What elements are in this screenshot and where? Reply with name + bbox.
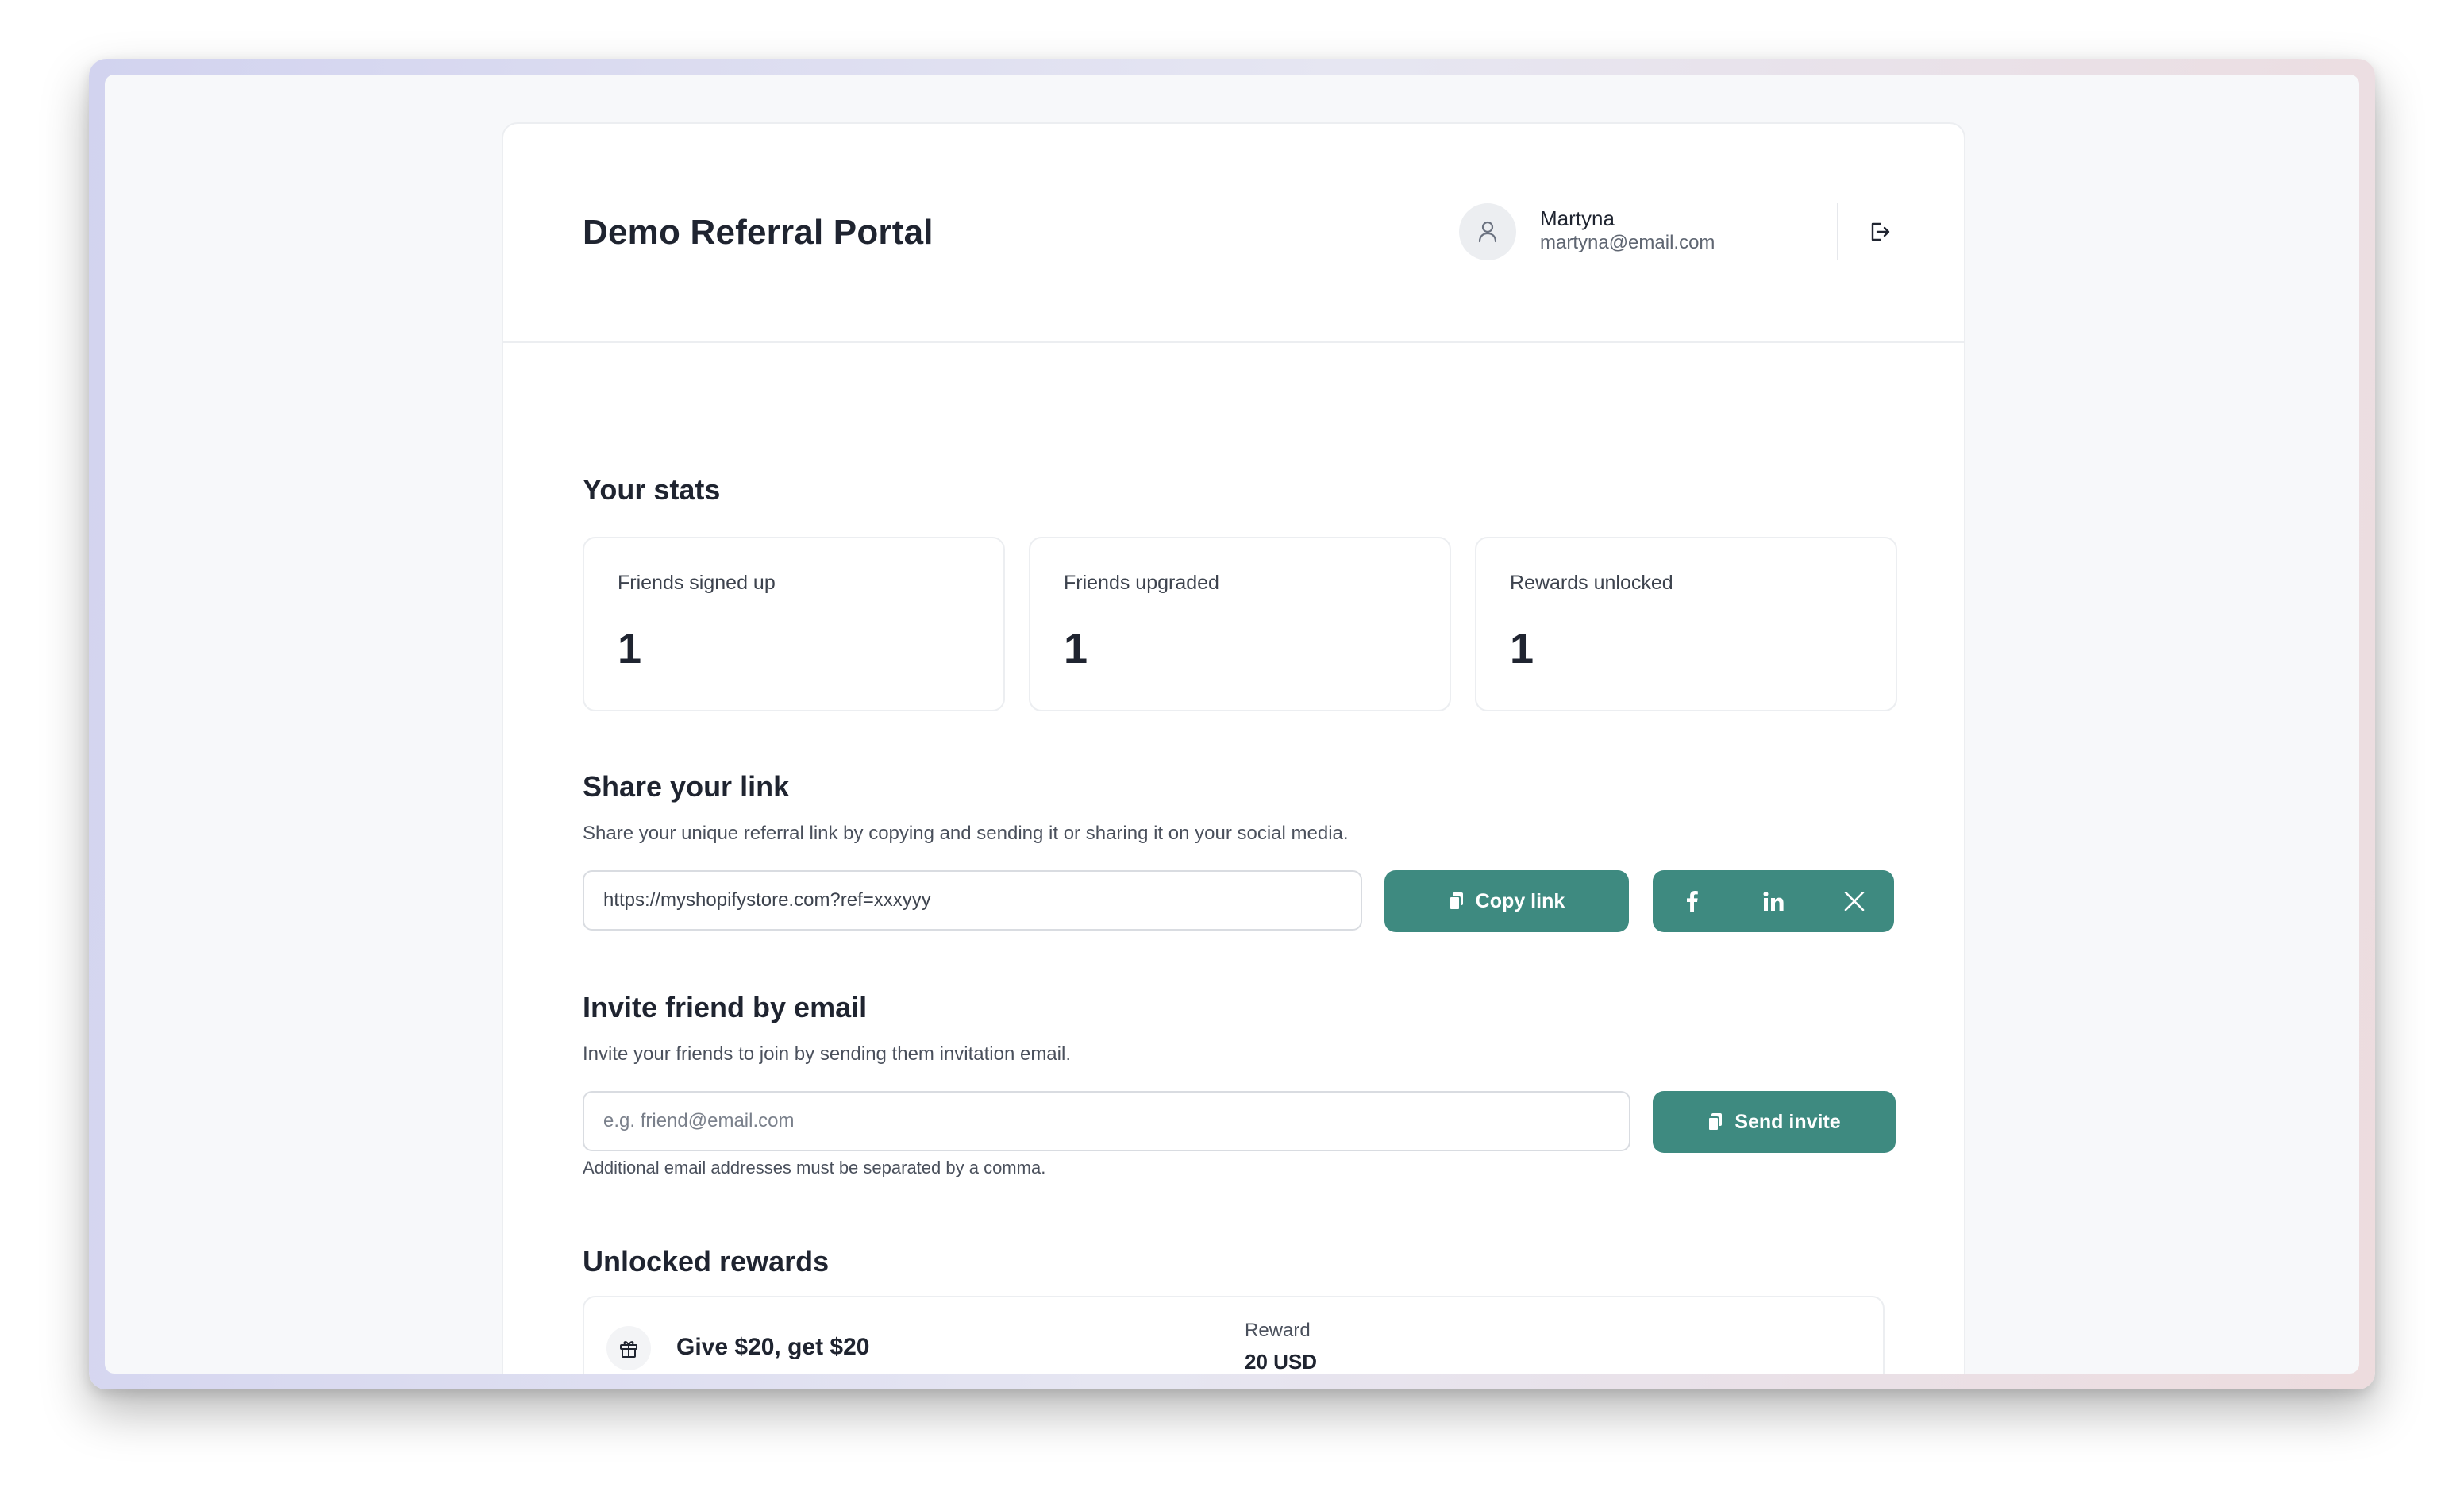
- avatar[interactable]: [1459, 203, 1516, 260]
- app-screen: Demo Referral Portal Martyna martyna@ema…: [105, 75, 2359, 1374]
- social-share-group: [1653, 870, 1894, 932]
- stat-label: Rewards unlocked: [1510, 572, 1673, 594]
- stat-value: 1: [1510, 625, 1534, 673]
- reward-row: Give $20, get $20 Reward 20 USD: [583, 1296, 1885, 1374]
- facebook-icon: [1687, 891, 1698, 912]
- copy-icon: [1707, 1113, 1723, 1131]
- share-title: Share your link: [583, 770, 790, 803]
- user-email: martyna@email.com: [1540, 232, 1715, 253]
- x-icon: [1844, 892, 1865, 911]
- copy-link-label: Copy link: [1475, 889, 1565, 912]
- send-invite-button[interactable]: Send invite: [1653, 1091, 1896, 1153]
- stat-value: 1: [618, 625, 642, 673]
- gift-badge: [606, 1326, 651, 1370]
- stat-value: 1: [1064, 625, 1088, 673]
- share-linkedin-button[interactable]: [1734, 870, 1813, 932]
- user-icon: [1478, 221, 1497, 243]
- referral-link-field[interactable]: [583, 870, 1362, 931]
- header-divider: [1837, 203, 1838, 260]
- stat-card-signed-up: Friends signed up 1: [583, 537, 1005, 711]
- stat-label: Friends signed up: [618, 572, 776, 594]
- invite-hint: Additional email addresses must be separ…: [583, 1158, 1046, 1177]
- portal-card: Demo Referral Portal Martyna martyna@ema…: [502, 122, 1965, 1374]
- copy-icon: [1448, 892, 1463, 911]
- portal-header: Demo Referral Portal Martyna martyna@ema…: [503, 124, 1964, 343]
- rewards-title: Unlocked rewards: [583, 1245, 830, 1278]
- gift-icon: [620, 1341, 637, 1358]
- page-title: Demo Referral Portal: [583, 213, 934, 252]
- stat-card-upgraded: Friends upgraded 1: [1029, 537, 1451, 711]
- invite-description: Invite your friends to join by sending t…: [583, 1043, 1071, 1065]
- user-name: Martyna: [1540, 206, 1615, 230]
- reward-value: 20 USD: [1245, 1350, 1318, 1374]
- invite-email-field[interactable]: [583, 1091, 1630, 1151]
- stat-card-rewards: Rewards unlocked 1: [1475, 537, 1897, 711]
- logout-icon: [1871, 222, 1890, 241]
- reward-label: Reward: [1245, 1320, 1311, 1341]
- invite-email-input[interactable]: [602, 1109, 1629, 1133]
- share-x-button[interactable]: [1815, 870, 1894, 932]
- share-facebook-button[interactable]: [1653, 870, 1732, 932]
- linkedin-icon: [1763, 892, 1784, 911]
- copy-link-button[interactable]: Copy link: [1384, 870, 1629, 932]
- stat-label: Friends upgraded: [1064, 572, 1219, 594]
- invite-title: Invite friend by email: [583, 991, 868, 1023]
- logout-button[interactable]: [1861, 213, 1899, 251]
- stats-title: Your stats: [583, 473, 721, 506]
- share-description: Share your unique referral link by copyi…: [583, 823, 1349, 844]
- send-invite-label: Send invite: [1734, 1110, 1841, 1133]
- reward-name: Give $20, get $20: [676, 1334, 870, 1360]
- referral-link-input[interactable]: [602, 888, 1361, 912]
